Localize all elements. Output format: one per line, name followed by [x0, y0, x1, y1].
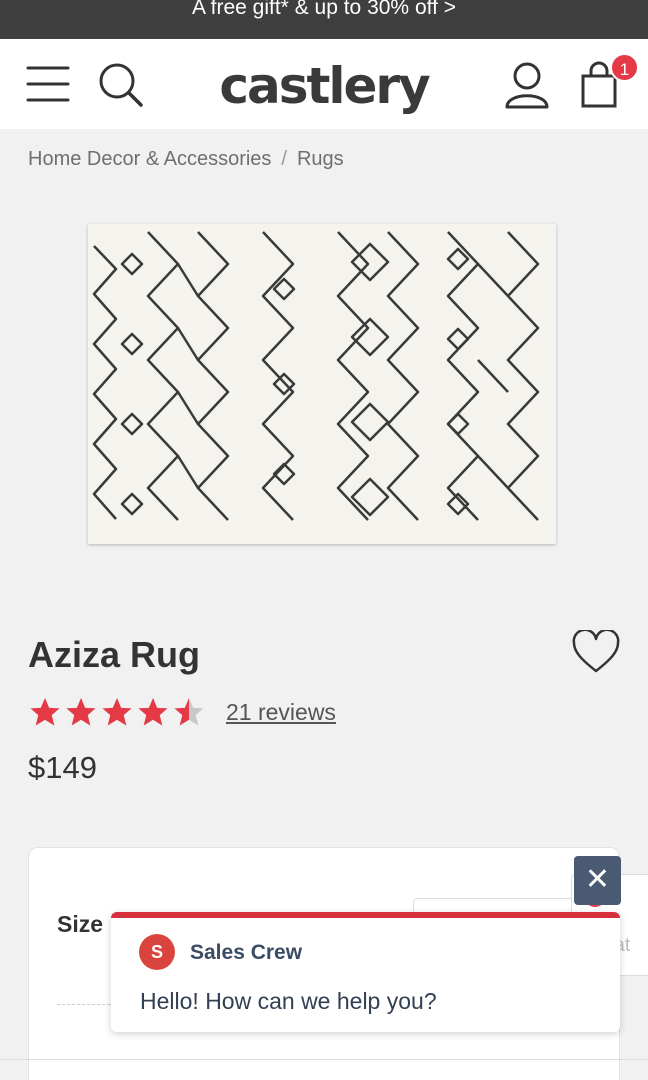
avatar: S — [139, 934, 175, 970]
promo-banner[interactable]: A free gift* & up to 30% off > — [0, 0, 648, 39]
breadcrumb: Home Decor & Accessories / Rugs — [28, 148, 344, 171]
castlery-logo[interactable]: castlery — [216, 57, 432, 115]
site-header: castlery 1 — [0, 39, 648, 129]
star-rating — [28, 697, 206, 727]
size-label: Size — [57, 911, 104, 937]
chat-message: Hello! How can we help you? — [140, 988, 437, 1014]
star-icon — [174, 698, 204, 726]
close-icon[interactable]: ✕ — [574, 856, 621, 905]
divider — [0, 1059, 648, 1060]
cart-count-badge: 1 — [610, 53, 639, 82]
heart-icon[interactable] — [572, 628, 620, 679]
reviews-link[interactable]: 21 reviews — [226, 699, 336, 726]
chat-greeting-popup[interactable]: S Sales Crew Hello! How can we help you? — [111, 912, 620, 1032]
breadcrumb-separator: / — [281, 148, 287, 170]
star-icon — [30, 698, 60, 726]
product-rating: 21 reviews — [28, 697, 336, 727]
star-icon — [138, 698, 168, 726]
user-icon[interactable] — [504, 61, 550, 109]
hamburger-menu-icon[interactable] — [26, 64, 70, 104]
product-title: Aziza Rug — [28, 634, 201, 675]
product-price: $149 — [28, 750, 97, 785]
search-icon[interactable] — [98, 62, 144, 108]
breadcrumb-link-rugs[interactable]: Rugs — [297, 148, 344, 170]
breadcrumb-link-home-decor[interactable]: Home Decor & Accessories — [28, 148, 271, 170]
product-image[interactable] — [88, 224, 556, 544]
star-icon — [102, 698, 132, 726]
star-icon — [66, 698, 96, 726]
agent-name: Sales Crew — [190, 941, 303, 964]
